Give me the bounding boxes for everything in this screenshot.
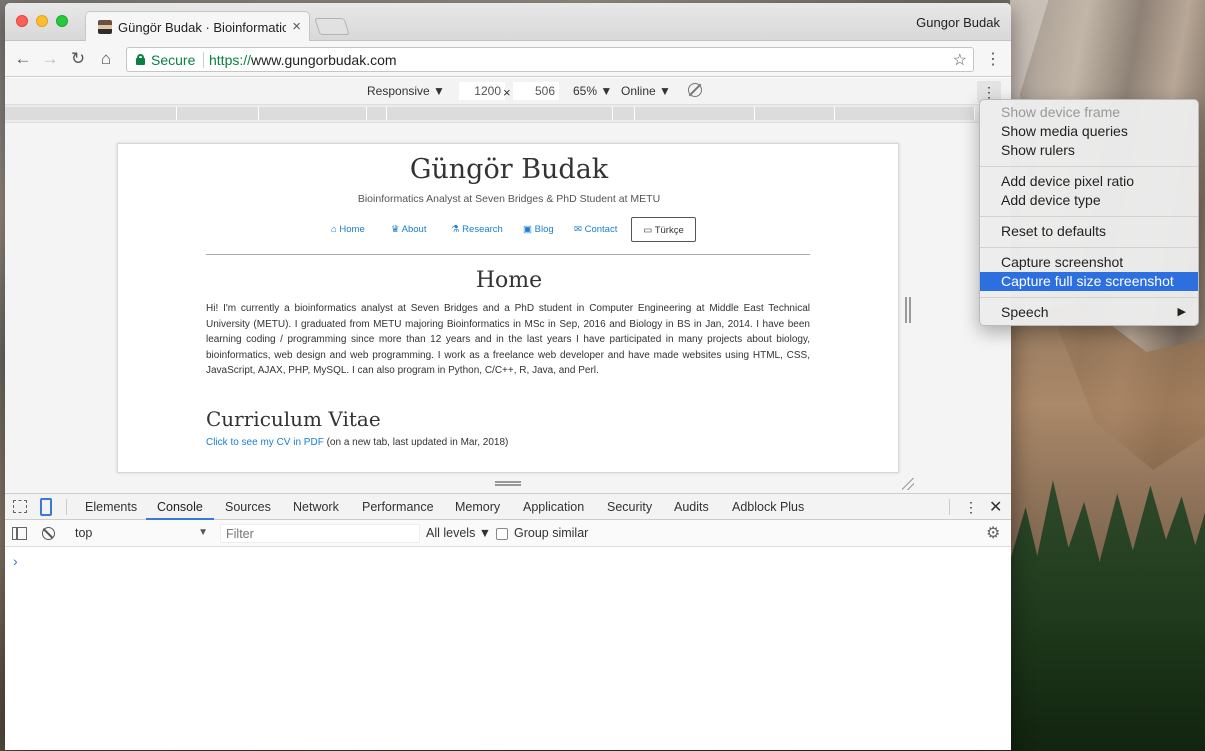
url-text: https://www.gungorbudak.com — [209, 52, 397, 68]
tab-adblock-plus[interactable]: Adblock Plus — [732, 500, 804, 514]
new-tab-button[interactable] — [314, 18, 350, 35]
rss-icon: ▣ — [523, 224, 532, 235]
tab-close-icon[interactable]: × — [292, 18, 301, 35]
home-icon: ⌂ — [331, 224, 337, 235]
menu-item-add-device-pixel-ratio[interactable]: Add device pixel ratio — [980, 172, 1198, 191]
clear-console-icon[interactable] — [42, 527, 55, 540]
site-subtitle: Bioinformatics Analyst at Seven Bridges … — [357, 193, 661, 205]
site-favicon-icon — [98, 20, 112, 34]
nav-about-link[interactable]: ♛ About — [391, 224, 426, 235]
bookmark-star-icon[interactable]: ☆ — [953, 50, 967, 70]
menu-item-show-media-queries[interactable]: Show media queries — [980, 122, 1198, 141]
language-icon: ▭ — [643, 225, 653, 236]
intro-paragraph: Hi! I'm currently a bioinformatics analy… — [206, 303, 810, 376]
menu-item-capture-full-size-screenshot[interactable]: Capture full size screenshot — [980, 272, 1198, 291]
console-output[interactable]: › — [5, 547, 1011, 750]
group-similar-checkbox[interactable] — [496, 528, 508, 540]
browser-menu-icon[interactable]: ⋮ — [985, 49, 1001, 69]
execution-context-select[interactable]: top ▼ — [67, 523, 212, 543]
tab-network[interactable]: Network — [293, 500, 339, 514]
menu-item-show-device-frame: Show device frame — [1001, 104, 1121, 120]
device-select[interactable]: Responsive ▼ — [367, 84, 445, 98]
nav-turkish-button[interactable]: ▭ Türkçe — [631, 217, 696, 242]
window-maximize-button[interactable] — [56, 15, 68, 27]
viewport-corner-resize-handle[interactable] — [902, 478, 914, 490]
trophy-icon: ♛ — [391, 224, 400, 235]
device-options-menu: Show device frame Show media queries Sho… — [979, 99, 1199, 326]
menu-item-speech[interactable]: Speech ▶ — [980, 303, 1198, 322]
tab-title: Güngör Budak · Bioinformatics — [118, 20, 286, 35]
rotate-icon[interactable] — [688, 83, 702, 97]
nav-research-link[interactable]: ⚗ Research — [451, 224, 503, 235]
device-toggle-icon[interactable] — [40, 498, 52, 516]
tab-strip: Güngör Budak · Bioinformatics × Gungor B… — [5, 3, 1011, 42]
home-heading: Home — [475, 268, 543, 293]
cv-pdf-link[interactable]: Click to see my CV in PDF — [206, 437, 324, 448]
divider — [206, 254, 810, 255]
browser-tab[interactable]: Güngör Budak · Bioinformatics × — [85, 11, 310, 42]
menu-item-reset-to-defaults[interactable]: Reset to defaults — [980, 222, 1198, 241]
envelope-icon: ✉ — [574, 224, 582, 235]
zoom-select[interactable]: 65% ▼ — [573, 84, 612, 98]
reload-button[interactable]: ↻ — [68, 49, 88, 69]
console-filter-input[interactable] — [220, 524, 420, 543]
console-prompt-icon: › — [13, 553, 18, 569]
devtools-menu-icon[interactable]: ⋮ — [964, 499, 978, 516]
browser-window: Güngör Budak · Bioinformatics × Gungor B… — [5, 3, 1011, 750]
tab-application[interactable]: Application — [523, 500, 584, 514]
viewport-right-resize-handle[interactable] — [905, 297, 911, 323]
tab-console[interactable]: Console — [157, 500, 203, 514]
nav-contact-link[interactable]: ✉ Contact — [574, 224, 617, 235]
window-close-button[interactable] — [16, 15, 28, 27]
nav-blog-link[interactable]: ▣ Blog — [523, 224, 554, 235]
menu-item-add-device-type[interactable]: Add device type — [980, 191, 1198, 210]
tab-elements[interactable]: Elements — [85, 500, 137, 514]
group-similar-label: Group similar — [514, 526, 589, 540]
tab-security[interactable]: Security — [607, 500, 652, 514]
tab-performance[interactable]: Performance — [362, 500, 434, 514]
tab-memory[interactable]: Memory — [455, 500, 500, 514]
devtools-tab-bar: Elements Console Sources Network Perform… — [5, 493, 1011, 520]
cv-heading: Curriculum Vitae — [206, 407, 381, 431]
back-button[interactable]: ← — [13, 49, 33, 69]
menu-item-show-rulers[interactable]: Show rulers — [980, 141, 1198, 160]
console-toolbar: top ▼ All levels ▼ Group similar ⚙ — [5, 520, 1011, 547]
menu-item-capture-screenshot[interactable]: Capture screenshot — [980, 253, 1198, 272]
inspect-element-icon[interactable] — [13, 500, 27, 513]
secure-label: Secure — [151, 52, 196, 68]
viewport-height-input[interactable]: 506 — [513, 82, 559, 100]
cv-line: Click to see my CV in PDF (on a new tab,… — [206, 437, 508, 448]
profile-name[interactable]: Gungor Budak — [916, 15, 1000, 30]
devtools-close-icon[interactable]: ✕ — [989, 497, 1002, 517]
gear-icon[interactable]: ⚙ — [986, 523, 1000, 543]
viewport-bottom-resize-handle[interactable] — [495, 481, 521, 486]
lock-icon — [136, 54, 145, 65]
chevron-down-icon: ▼ — [198, 527, 208, 538]
browser-toolbar: ← → ↻ ⌂ Secure https://www.gungorbudak.c… — [5, 41, 1011, 77]
device-toolbar: Responsive ▼ 1200 × 506 65% ▼ Online ▼ — [5, 78, 1011, 105]
submenu-arrow-icon: ▶ — [1177, 306, 1186, 318]
console-sidebar-icon[interactable] — [12, 527, 27, 540]
tab-sources[interactable]: Sources — [225, 500, 271, 514]
nav-home-link[interactable]: ⌂ Home — [331, 224, 365, 235]
address-bar[interactable]: Secure https://www.gungorbudak.com ☆ — [126, 47, 974, 72]
flask-icon: ⚗ — [451, 224, 460, 235]
network-throttle-select[interactable]: Online ▼ — [621, 84, 671, 98]
dimension-times: × — [503, 85, 511, 100]
forward-button[interactable]: → — [40, 49, 60, 69]
home-button[interactable]: ⌂ — [96, 49, 116, 69]
tab-audits[interactable]: Audits — [674, 500, 709, 514]
window-minimize-button[interactable] — [36, 15, 48, 27]
cv-note: (on a new tab, last updated in Mar, 2018… — [323, 437, 509, 448]
viewport-width-input[interactable]: 1200 — [459, 82, 505, 100]
site-title[interactable]: Güngör Budak — [118, 154, 900, 185]
media-query-bar[interactable] — [5, 105, 1011, 123]
log-levels-select[interactable]: All levels ▼ — [426, 526, 491, 540]
emulated-page: Güngör Budak Bioinformatics Analyst at S… — [117, 143, 899, 473]
